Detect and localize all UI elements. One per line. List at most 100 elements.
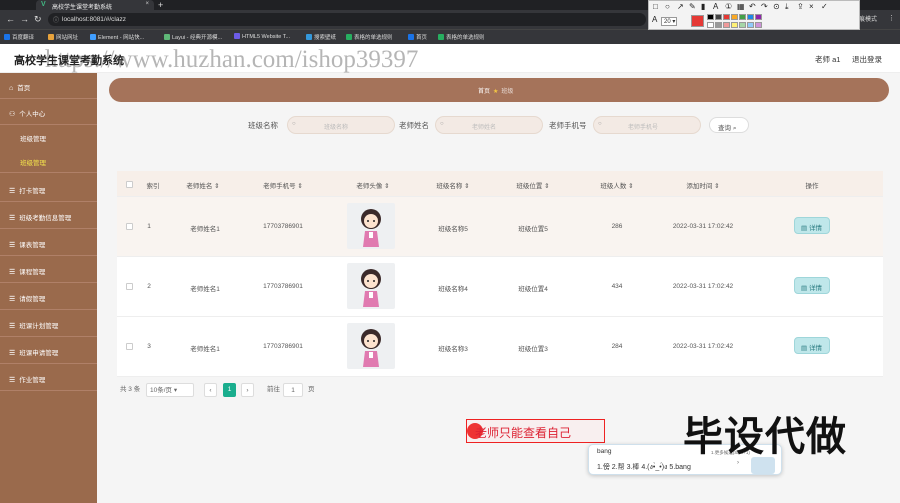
select-all-checkbox[interactable]: [126, 181, 133, 188]
sidebar-item-home[interactable]: ⌂ 首页: [0, 73, 97, 99]
sidebar-item-checkin[interactable]: ☰ 打卡管理: [0, 176, 97, 202]
color-swatch[interactable]: [755, 14, 762, 20]
menu-icon: ☰: [9, 242, 16, 249]
teacher-phone-label: 老师手机号: [549, 121, 587, 130]
color-swatch[interactable]: [707, 22, 714, 28]
column-header[interactable]: 班级人数 ⇕: [600, 180, 633, 190]
browser-tab[interactable]: V 高校学生课堂考勤系统 ×: [36, 0, 154, 11]
sidebar-subitem-class-active[interactable]: 班级管理: [0, 149, 97, 173]
teacher-name-label: 老师姓名: [399, 121, 429, 130]
column-header[interactable]: 班级名称 ⇕: [436, 180, 469, 190]
teacher-name-input[interactable]: ○ 老师姓名: [435, 116, 543, 134]
share-icon[interactable]: ⇪: [797, 2, 804, 11]
number-icon[interactable]: ①: [725, 2, 732, 11]
back-icon[interactable]: ←: [6, 14, 15, 24]
address-bar[interactable]: ⓘ localhost:8081/#/clazz: [48, 13, 646, 26]
reload-icon[interactable]: ↻: [34, 14, 42, 25]
color-swatch[interactable]: [707, 14, 714, 20]
new-tab-icon[interactable]: +: [158, 0, 163, 10]
close-icon[interactable]: ×: [809, 2, 814, 11]
cell-phone: 17703786901: [263, 223, 303, 230]
sidebar-item-leave[interactable]: ☰ 请假管理: [0, 284, 97, 310]
brush-icon[interactable]: ▮: [701, 2, 705, 11]
color-swatch[interactable]: [723, 14, 730, 20]
bookmark-item[interactable]: HTML5 Website T...: [234, 33, 290, 40]
cell-time: 2022-03-31 17:02:42: [672, 283, 734, 290]
row-checkbox[interactable]: [126, 343, 133, 350]
arrow-icon[interactable]: ↗: [677, 2, 684, 11]
blur-icon[interactable]: ▦: [737, 2, 745, 11]
sidebar-item-course[interactable]: ☰ 课程管理: [0, 257, 97, 283]
forward-icon[interactable]: →: [20, 14, 29, 24]
sidebar-item-profile[interactable]: ⚇ 个人中心: [0, 99, 97, 125]
table-row[interactable]: 1 老师姓名1 17703786901 班级名称5 班级位置5 286 2022…: [117, 197, 883, 257]
table-row[interactable]: 3 老师姓名1 17703786901 班级名称3 班级位置3 284 2022…: [117, 317, 883, 377]
square-icon[interactable]: □: [653, 2, 658, 11]
sidebar-item-plan[interactable]: ☰ 班课计划管理: [0, 311, 97, 337]
bookmark-item[interactable]: Element - 网站快...: [90, 33, 144, 41]
bookmark-item[interactable]: 首页: [408, 33, 427, 41]
cell-class-name: 班级名称3: [438, 346, 468, 353]
row-checkbox[interactable]: [126, 283, 133, 290]
detail-icon: ▤: [801, 345, 808, 352]
column-header[interactable]: 老师头像 ⇕: [356, 180, 389, 190]
column-header[interactable]: 老师姓名 ⇕: [186, 180, 219, 190]
current-color-swatch[interactable]: [691, 15, 704, 27]
color-swatch[interactable]: [715, 22, 722, 28]
promo-text: 毕设代做: [683, 415, 847, 459]
page-size-select[interactable]: 10条/页 ▾: [146, 383, 194, 397]
goto-page-input[interactable]: 1: [283, 383, 303, 397]
sidebar-item-timetable[interactable]: ☰ 课表管理: [0, 230, 97, 256]
prev-page-button[interactable]: ‹: [204, 383, 217, 397]
bookmark-item[interactable]: 表格的单选规则: [438, 33, 485, 41]
column-header[interactable]: 老师手机号 ⇕: [263, 180, 303, 190]
sidebar-subitem-class[interactable]: 班级管理: [0, 125, 97, 149]
detail-button[interactable]: ▤ 详情: [794, 217, 830, 234]
ime-candidates[interactable]: 1.傍 2.帮 3.棒 4.(ง•̀_•́)ง 5.bang: [597, 462, 691, 473]
bookmark-item[interactable]: 搜索壁纸: [306, 33, 336, 41]
color-swatch[interactable]: [731, 14, 738, 20]
sidebar-item-attendance[interactable]: ☰ 班级考勤信息管理: [0, 203, 97, 229]
column-header[interactable]: 添加时间 ⇕: [686, 180, 719, 190]
table-row[interactable]: 2 老师姓名1 17703786901 班级名称4 班级位置4 434 2022…: [117, 257, 883, 317]
color-swatch[interactable]: [739, 14, 746, 20]
breadcrumb-current: 班级: [501, 89, 514, 95]
color-swatch[interactable]: [731, 22, 738, 28]
search-button[interactable]: 查询 ⌕: [709, 117, 749, 133]
logout-link[interactable]: 退出登录: [852, 54, 882, 65]
redo-icon[interactable]: ↷: [761, 2, 768, 11]
close-icon[interactable]: ×: [145, 1, 149, 7]
url-text: localhost:8081/#/clazz: [62, 16, 126, 23]
next-page-button[interactable]: ›: [241, 383, 254, 397]
bookmark-item[interactable]: 网站网址: [48, 33, 78, 41]
color-swatch[interactable]: [715, 14, 722, 20]
menu-icon[interactable]: ⋮: [888, 14, 895, 22]
row-checkbox[interactable]: [126, 223, 133, 230]
bookmark-item[interactable]: 表格的单选规则: [346, 33, 393, 41]
pen-icon[interactable]: ✎: [689, 2, 696, 11]
sidebar-item-homework[interactable]: ☰ 作业管理: [0, 365, 97, 391]
color-swatch[interactable]: [739, 22, 746, 28]
text-icon[interactable]: A: [713, 2, 718, 11]
confirm-icon[interactable]: ✓: [821, 2, 828, 11]
bookmark-item[interactable]: 百度翻译: [4, 33, 34, 41]
detail-button[interactable]: ▤ 详情: [794, 277, 830, 294]
breadcrumb-banner: 首页 ★ 班级: [109, 78, 889, 102]
column-header[interactable]: 班级位置 ⇕: [516, 180, 549, 190]
sidebar-item-application[interactable]: ☰ 班课申请管理: [0, 338, 97, 364]
page-number-current[interactable]: 1: [223, 383, 236, 397]
breadcrumb-home[interactable]: 首页: [478, 89, 490, 95]
color-swatch[interactable]: [755, 22, 762, 28]
color-swatch[interactable]: [747, 22, 754, 28]
circle-icon[interactable]: ○: [665, 2, 670, 11]
detail-button[interactable]: ▤ 详情: [794, 337, 830, 354]
class-name-input[interactable]: ○ 班级名称: [287, 116, 395, 134]
teacher-phone-input[interactable]: ○ 老师手机号: [593, 116, 701, 134]
pin-icon[interactable]: ⊙: [773, 2, 780, 11]
bookmark-item[interactable]: Layui - 经典开源模...: [164, 33, 222, 41]
color-swatch[interactable]: [723, 22, 730, 28]
font-size-select[interactable]: 20 ▾: [661, 17, 677, 26]
undo-icon[interactable]: ↶: [749, 2, 756, 11]
save-icon[interactable]: ⤓: [785, 2, 789, 12]
color-swatch[interactable]: [747, 14, 754, 20]
